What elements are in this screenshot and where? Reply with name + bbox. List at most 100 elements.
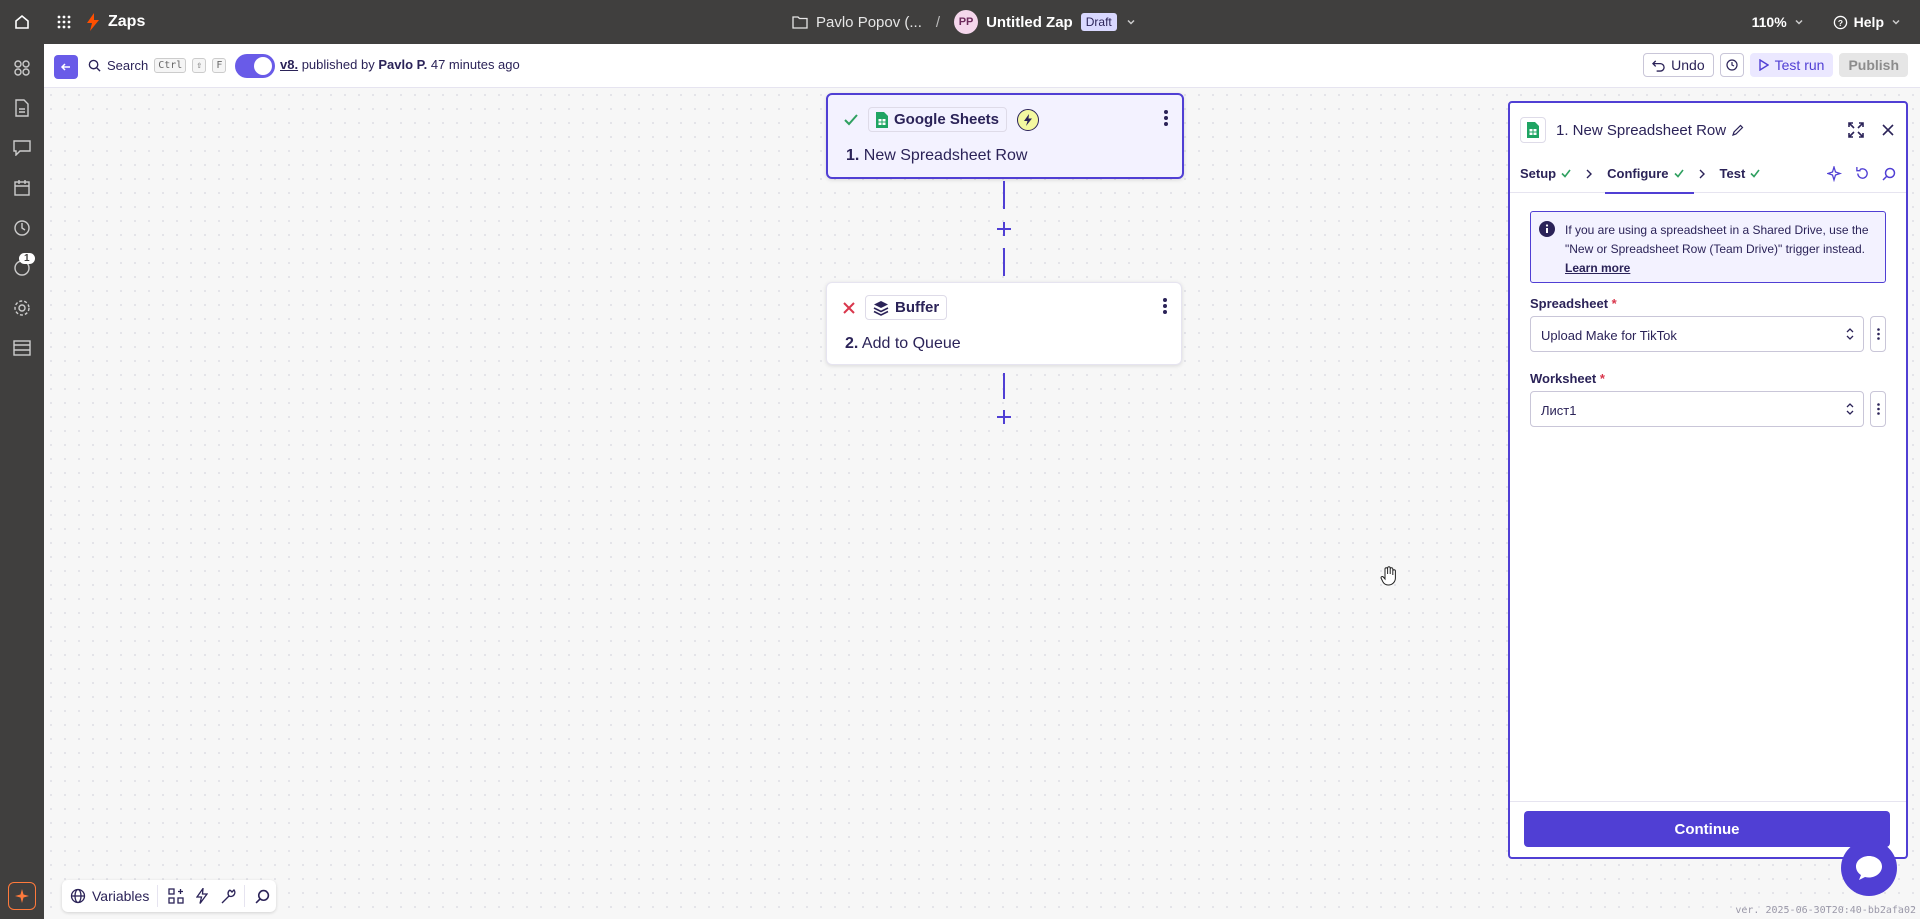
check-icon [1673, 169, 1684, 178]
add-step-button[interactable] [994, 219, 1014, 239]
bolt-icon[interactable] [196, 888, 209, 904]
arrow-left-icon [60, 63, 70, 71]
search-icon[interactable] [255, 889, 270, 904]
published-time: 47 minutes ago [430, 57, 520, 72]
calendar-icon[interactable] [10, 176, 34, 200]
trigger-bolt-icon [1017, 108, 1040, 131]
back-button[interactable] [54, 55, 78, 79]
pencil-icon[interactable] [1732, 124, 1744, 136]
ai-sparkle-icon[interactable] [1827, 165, 1843, 182]
published-by-text: published by [301, 57, 375, 72]
test-run-label: Test run [1774, 57, 1825, 73]
zap-title[interactable]: Untitled Zap [986, 14, 1073, 31]
top-bar: Zaps Pavlo Popov (... / PP Untitled Zap … [0, 0, 1920, 44]
app-name: Zaps [108, 13, 146, 30]
zoom-dropdown[interactable]: 110% [1752, 14, 1805, 30]
variables-button[interactable]: Variables [68, 885, 159, 907]
wrench-icon[interactable] [220, 888, 236, 904]
worksheet-label: Worksheet * [1530, 371, 1605, 386]
panel-tabs: Setup Configure Test [1510, 155, 1906, 194]
undo-icon [1652, 59, 1665, 72]
zaps-brand[interactable]: Zaps [86, 13, 145, 31]
google-sheets-icon [876, 111, 888, 128]
worksheet-options-button[interactable] [1870, 391, 1886, 427]
tab-setup[interactable]: Setup [1510, 155, 1581, 193]
chevron-down-icon [1892, 19, 1900, 25]
tab-test[interactable]: Test [1710, 155, 1771, 193]
gear-icon[interactable] [10, 296, 34, 320]
chevron-right-icon [1699, 169, 1705, 178]
copilot-spark-icon[interactable] [8, 882, 36, 910]
app-name: Buffer [895, 299, 940, 316]
chevron-down-icon[interactable] [1125, 16, 1137, 28]
refresh-icon[interactable] [1855, 166, 1870, 181]
undo-label: Undo [1671, 57, 1705, 73]
app-chip-google-sheets: Google Sheets [868, 107, 1008, 132]
zap-on-toggle[interactable] [235, 54, 275, 78]
avatar[interactable]: PP [954, 10, 979, 34]
bolt-icon [87, 13, 99, 31]
status-badge: Draft [1080, 13, 1117, 31]
app-chip-buffer: Buffer [865, 295, 948, 320]
publish-button[interactable]: Publish [1839, 53, 1908, 77]
add-grid-icon[interactable] [168, 888, 184, 904]
chevron-down-icon [1795, 19, 1803, 25]
updown-chevron-icon [1846, 328, 1854, 340]
step-card-action[interactable]: Buffer 2. Add to Queue [826, 282, 1182, 365]
hand-cursor-icon [1380, 566, 1398, 591]
chat-bubble-icon [1856, 856, 1882, 880]
info-icon [1539, 221, 1555, 237]
svg-text:?: ? [1838, 17, 1843, 27]
more-vertical-icon [1876, 403, 1880, 415]
editor-toolbar: Search Ctrl ⇧ F v8. published by Pavlo P… [44, 44, 1920, 88]
continue-button[interactable]: Continue [1524, 811, 1890, 847]
apps-icon[interactable] [10, 56, 34, 80]
panel-footer: Continue [1510, 801, 1906, 857]
zoom-level: 110% [1751, 14, 1787, 30]
check-icon [1750, 169, 1760, 178]
play-icon [1758, 59, 1769, 71]
tables-icon[interactable] [10, 336, 34, 360]
chevron-right-icon [1586, 169, 1593, 178]
tab-configure[interactable]: Configure [1597, 155, 1694, 194]
spreadsheet-select[interactable]: Upload Make for TikTok [1530, 316, 1864, 352]
connector-line [1003, 248, 1005, 276]
step-title: 1. New Spreadsheet Row [846, 147, 1028, 164]
test-run-button[interactable]: Test run [1749, 53, 1834, 77]
shortcut-f: F [212, 58, 227, 73]
folder-name[interactable]: Pavlo Popov (... [816, 14, 922, 31]
close-icon[interactable] [1882, 124, 1894, 136]
more-vertical-icon[interactable] [1164, 109, 1168, 132]
buffer-icon [873, 300, 889, 316]
folder-icon [792, 16, 808, 29]
document-icon[interactable] [10, 96, 34, 120]
version-history-button[interactable] [1719, 53, 1744, 77]
undo-button[interactable]: Undo [1643, 53, 1714, 77]
home-icon[interactable] [0, 0, 44, 44]
spreadsheet-label: Spreadsheet * [1530, 296, 1617, 311]
spreadsheet-options-button[interactable] [1870, 316, 1886, 352]
variables-label: Variables [92, 888, 150, 904]
help-menu[interactable]: ? Help [1833, 14, 1902, 30]
search-icon[interactable] [1882, 167, 1896, 181]
support-chat-button[interactable] [1841, 840, 1897, 896]
more-vertical-icon[interactable] [1163, 297, 1167, 320]
connector-line [1003, 181, 1005, 209]
add-step-button[interactable] [994, 407, 1014, 427]
search-button[interactable]: Search Ctrl ⇧ F [88, 58, 227, 73]
version-info: v8. published by Pavlo P. 47 minutes ago [280, 57, 520, 72]
version-link[interactable]: v8. [280, 57, 298, 72]
check-icon [844, 113, 858, 125]
version-string: ver. 2025-06-30T20:40-bb2afa02 [1735, 905, 1916, 916]
learn-more-link[interactable]: Learn more [1565, 261, 1630, 275]
breadcrumb-separator: / [935, 13, 941, 31]
updown-chevron-icon [1846, 403, 1854, 415]
app-grid-icon[interactable] [44, 0, 84, 44]
history-icon[interactable] [10, 216, 34, 240]
google-sheets-icon [1520, 117, 1546, 143]
worksheet-value: Лист1 [1541, 403, 1577, 418]
step-card-trigger[interactable]: Google Sheets 1. New Spreadsheet Row [826, 93, 1184, 179]
expand-icon[interactable] [1848, 122, 1864, 138]
chat-icon[interactable] [10, 136, 34, 160]
worksheet-select[interactable]: Лист1 [1530, 391, 1864, 427]
